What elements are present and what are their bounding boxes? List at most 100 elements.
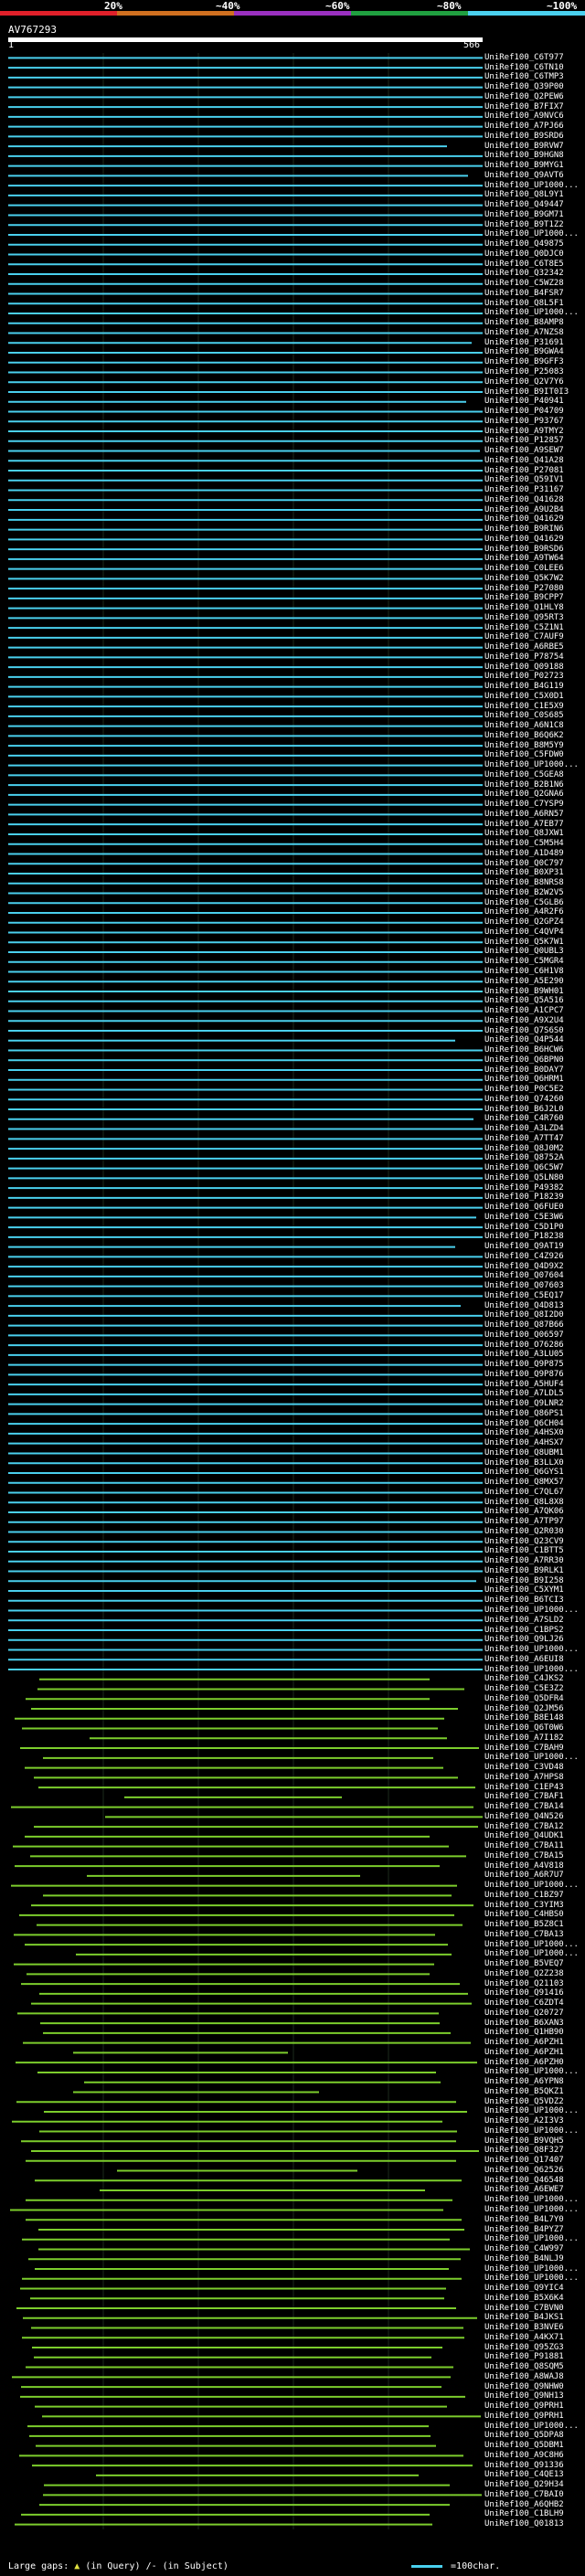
hit-label[interactable]: UniRef100_Q39P00	[484, 82, 564, 92]
hit-label[interactable]: UniRef100_B9WH01	[484, 987, 564, 997]
hit-label[interactable]: UniRef100_Q5K7W1	[484, 938, 564, 948]
hit-label[interactable]: UniRef100_Q4D813	[484, 1301, 564, 1311]
hit-label[interactable]: UniRef100_Q1HLY8	[484, 603, 564, 613]
hit-label[interactable]: UniRef100_Q23CV9	[484, 1537, 564, 1547]
hit-label[interactable]: UniRef100_B3NVE6	[484, 2323, 564, 2333]
hit-label[interactable]: UniRef100_UP1000...	[484, 1940, 579, 1950]
hit-label[interactable]: UniRef100_B9T1Z2	[484, 220, 564, 230]
hit-label[interactable]: UniRef100_UP1000...	[484, 1606, 579, 1616]
hit-label[interactable]: UniRef100_B0DAY7	[484, 1065, 564, 1076]
hit-label[interactable]: UniRef100_UP1000...	[484, 1665, 579, 1675]
hit-label[interactable]: UniRef100_A4HSX7	[484, 1438, 564, 1448]
hit-label[interactable]: UniRef100_Q5DFR4	[484, 1694, 564, 1704]
hit-label[interactable]: UniRef100_A4V818	[484, 1861, 564, 1871]
hit-label[interactable]: UniRef100_Q21103	[484, 1979, 564, 1989]
hit-label[interactable]: UniRef100_UP1000...	[484, 1881, 579, 1891]
hit-label[interactable]: UniRef100_B9I258	[484, 1576, 564, 1586]
hit-label[interactable]: UniRef100_A7PJ66	[484, 122, 564, 132]
hit-label[interactable]: UniRef100_Q8L9Y1	[484, 190, 564, 200]
hit-label[interactable]: UniRef100_Q5K7W2	[484, 574, 564, 584]
hit-label[interactable]: UniRef100_B8M5Y9	[484, 741, 564, 751]
hit-label[interactable]: UniRef100_UP1000...	[484, 2274, 579, 2284]
hit-label[interactable]: UniRef100_UP1000...	[484, 1645, 579, 1655]
hit-label[interactable]: UniRef100_Q2R030	[484, 1527, 564, 1537]
hit-label[interactable]: UniRef100_Q07604	[484, 1271, 564, 1281]
hit-label[interactable]: UniRef100_Q74260	[484, 1095, 564, 1105]
hit-label[interactable]: UniRef100_Q8752A	[484, 1153, 564, 1163]
hit-label[interactable]: UniRef100_B4PYZ7	[484, 2225, 564, 2235]
hit-label[interactable]: UniRef100_A9U2B4	[484, 505, 564, 515]
hit-label[interactable]: UniRef100_UP1000...	[484, 2067, 579, 2077]
hit-label[interactable]: UniRef100_UP1000...	[484, 1753, 579, 1763]
hit-label[interactable]: UniRef100_B9CPP7	[484, 593, 564, 603]
hit-label[interactable]: UniRef100_C6T8E5	[484, 260, 564, 270]
hit-label[interactable]: UniRef100_C5E3W6	[484, 1213, 564, 1223]
hit-label[interactable]: UniRef100_O76286	[484, 1341, 564, 1351]
hit-label[interactable]: UniRef100_Q17407	[484, 2156, 564, 2166]
hit-label[interactable]: UniRef100_Q6BPN0	[484, 1055, 564, 1065]
hit-label[interactable]: UniRef100_B6J2L0	[484, 1105, 564, 1115]
hit-label[interactable]: UniRef100_Q62526	[484, 2166, 564, 2176]
hit-label[interactable]: UniRef100_Q9YIC4	[484, 2284, 564, 2294]
hit-label[interactable]: UniRef100_Q6FUE0	[484, 1203, 564, 1213]
hit-label[interactable]: UniRef100_B6TCI3	[484, 1595, 564, 1606]
hit-label[interactable]: UniRef100_Q4D9X2	[484, 1262, 564, 1272]
hit-label[interactable]: UniRef100_A1D489	[484, 849, 564, 859]
hit-label[interactable]: UniRef100_UP1000...	[484, 2264, 579, 2274]
hit-label[interactable]: UniRef100_Q0UBL3	[484, 947, 564, 957]
hit-label[interactable]: UniRef100_Q06597	[484, 1330, 564, 1341]
hit-label[interactable]: UniRef100_A1CPC7	[484, 1006, 564, 1016]
hit-label[interactable]: UniRef100_C5Z1N1	[484, 623, 564, 633]
hit-label[interactable]: UniRef100_C4QE13	[484, 2470, 564, 2480]
hit-label[interactable]: UniRef100_B7FIX7	[484, 102, 564, 112]
hit-label[interactable]: UniRef100_P93767	[484, 417, 564, 427]
hit-label[interactable]: UniRef100_C7YSP9	[484, 800, 564, 810]
hit-label[interactable]: UniRef100_P18239	[484, 1193, 564, 1203]
hit-label[interactable]: UniRef100_A9SEW7	[484, 446, 564, 456]
hit-label[interactable]: UniRef100_Q49875	[484, 239, 564, 249]
hit-label[interactable]: UniRef100_Q49447	[484, 200, 564, 210]
hit-label[interactable]: UniRef100_C5M5H4	[484, 839, 564, 849]
hit-label[interactable]: UniRef100_C4QVP4	[484, 928, 564, 938]
hit-label[interactable]: UniRef100_Q8I2D0	[484, 1310, 564, 1320]
hit-label[interactable]: UniRef100_UP1000...	[484, 2195, 579, 2205]
hit-label[interactable]: UniRef100_C3VD48	[484, 1763, 564, 1773]
hit-label[interactable]: UniRef100_C5XYM1	[484, 1585, 564, 1595]
hit-label[interactable]: UniRef100_B4NLJ9	[484, 2254, 564, 2264]
hit-label[interactable]: UniRef100_Q9P875	[484, 1360, 564, 1370]
hit-label[interactable]: UniRef100_B9GWA4	[484, 347, 564, 357]
hit-label[interactable]: UniRef100_Q6GYS1	[484, 1468, 564, 1478]
hit-label[interactable]: UniRef100_Q91336	[484, 2461, 564, 2471]
hit-label[interactable]: UniRef100_C4R760	[484, 1114, 564, 1124]
hit-label[interactable]: UniRef100_B9RSD6	[484, 545, 564, 555]
hit-label[interactable]: UniRef100_Q6T0W6	[484, 1723, 564, 1733]
hit-label[interactable]: UniRef100_A5HUF4	[484, 1380, 564, 1390]
hit-label[interactable]: UniRef100_B2B1N6	[484, 780, 564, 790]
hit-label[interactable]: UniRef100_Q2JM56	[484, 1704, 564, 1714]
hit-label[interactable]: UniRef100_C7BAH9	[484, 1744, 564, 1754]
hit-label[interactable]: UniRef100_B9RIN6	[484, 525, 564, 535]
hit-label[interactable]: UniRef100_Q8SQM5	[484, 2362, 564, 2372]
hit-label[interactable]: UniRef100_B5Z8C1	[484, 1920, 564, 1930]
hit-label[interactable]: UniRef100_C3YIM3	[484, 1901, 564, 1911]
hit-label[interactable]: UniRef100_B9HGN8	[484, 151, 564, 161]
hit-label[interactable]: UniRef100_Q32342	[484, 269, 564, 279]
hit-label[interactable]: UniRef100_C7BA13	[484, 1930, 564, 1940]
hit-label[interactable]: UniRef100_B4G119	[484, 682, 564, 692]
hit-label[interactable]: UniRef100_P31167	[484, 485, 564, 495]
hit-label[interactable]: UniRef100_B0XP31	[484, 868, 564, 878]
hit-label[interactable]: UniRef100_Q8JXW1	[484, 829, 564, 839]
hit-label[interactable]: UniRef100_Q8UBM1	[484, 1448, 564, 1458]
hit-label[interactable]: UniRef100_A9C8H6	[484, 2451, 564, 2461]
hit-label[interactable]: UniRef100_Q87B66	[484, 1320, 564, 1330]
hit-label[interactable]: UniRef100_A8WAJ8	[484, 2372, 564, 2382]
hit-label[interactable]: UniRef100_UP1000...	[484, 1949, 579, 1959]
hit-label[interactable]: UniRef100_C0LEE6	[484, 564, 564, 574]
hit-label[interactable]: UniRef100_C5GLB6	[484, 898, 564, 908]
hit-label[interactable]: UniRef100_A6N1C8	[484, 721, 564, 731]
hit-label[interactable]: UniRef100_B8E148	[484, 1713, 564, 1723]
hit-label[interactable]: UniRef100_A6PZH1	[484, 2048, 564, 2058]
hit-label[interactable]: UniRef100_P04709	[484, 407, 564, 417]
hit-label[interactable]: UniRef100_Q95ZG3	[484, 2343, 564, 2353]
hit-label[interactable]: UniRef100_A9TMY2	[484, 427, 564, 437]
